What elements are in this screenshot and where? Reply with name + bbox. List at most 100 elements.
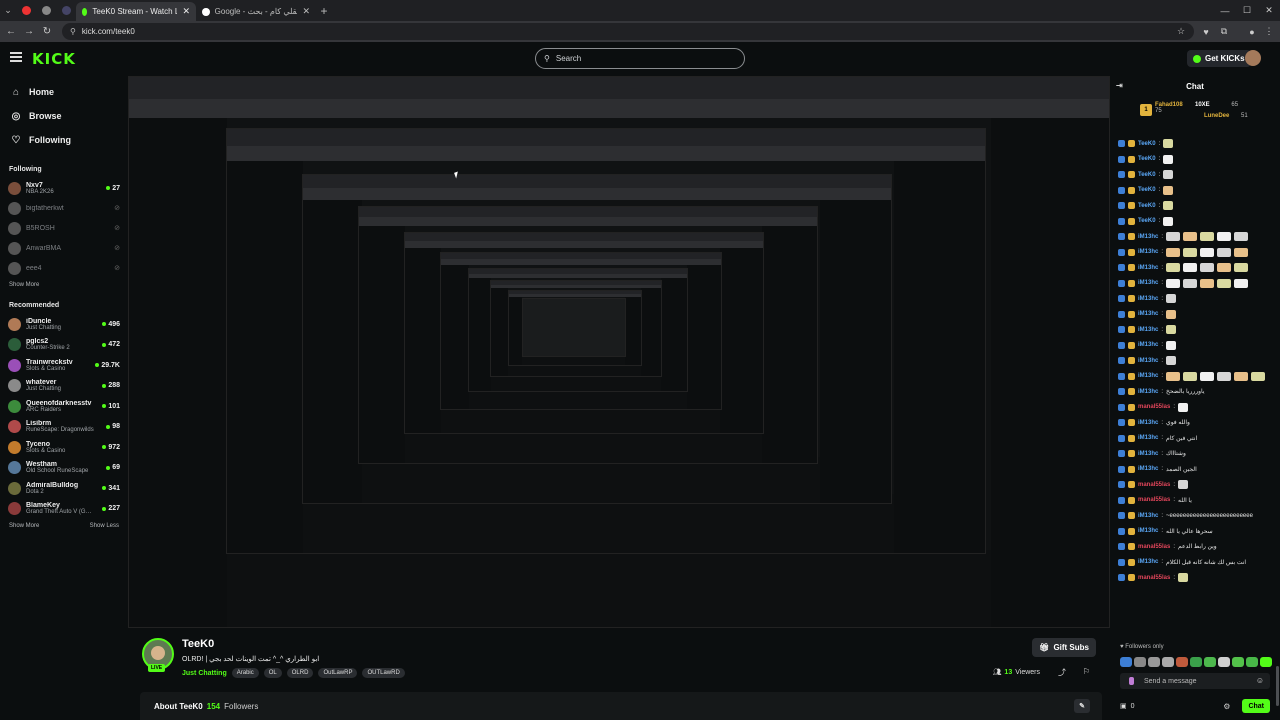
chat-message[interactable]: TeeK0: <box>1118 167 1274 183</box>
chat-message[interactable]: iM13hc: <box>1118 353 1274 369</box>
emote-icon[interactable] <box>1246 657 1258 667</box>
new-tab-icon[interactable]: + <box>316 0 332 21</box>
chat-username[interactable]: iM13hc <box>1138 280 1158 286</box>
video-player[interactable] <box>128 76 1110 628</box>
chat-username[interactable]: iM13hc <box>1138 311 1158 317</box>
recommended-channel[interactable]: Lisibrm RuneScape: Dragonwilds 98 <box>0 417 128 438</box>
report-icon[interactable]: ⚐ <box>1083 667 1090 676</box>
chat-username[interactable]: iM13hc <box>1138 559 1158 565</box>
emote-icon[interactable] <box>1162 657 1174 667</box>
address-bar[interactable]: ⚲ kick.com/teek0 <box>62 23 1194 40</box>
chat-username[interactable]: iM13hc <box>1138 296 1158 302</box>
chat-username[interactable]: iM13hc <box>1138 327 1158 333</box>
extension-icon[interactable]: ♥ <box>1197 21 1215 42</box>
nav-browse[interactable]: ◎ Browse <box>0 104 128 128</box>
chat-send-button[interactable]: Chat <box>1242 699 1270 713</box>
chat-message[interactable]: iM13hc: <box>1118 291 1274 307</box>
chat-message[interactable]: iM13hc: الجين الصمد <box>1118 462 1274 478</box>
extensions-puzzle-icon[interactable]: ⧉ <box>1215 21 1233 42</box>
following-channel[interactable]: B5ROSH ⊘ <box>0 218 128 238</box>
chat-message[interactable]: iM13hc: <box>1118 229 1274 245</box>
chat-message[interactable]: manal55las: وين رابط الدعم <box>1118 539 1274 555</box>
profile-icon[interactable]: ● <box>1243 21 1261 42</box>
chat-username[interactable]: manal55las <box>1138 544 1170 550</box>
recommended-channel[interactable]: pgIcs2 Counter-Strike 2 472 <box>0 335 128 356</box>
nav-home[interactable]: ⌂ Home <box>0 80 128 104</box>
category-link[interactable]: Just Chatting <box>182 670 227 677</box>
following-channel[interactable]: Nxv7 NBA 2K26 27 <box>0 178 128 198</box>
chat-message[interactable]: iM13hc: <box>1118 245 1274 261</box>
chat-username[interactable]: manal55las <box>1138 404 1170 410</box>
share-icon[interactable]: ⤴ <box>1058 667 1066 678</box>
tab-google[interactable]: Google - انقلي كام - بحث ✕ <box>196 2 316 21</box>
chat-username[interactable]: iM13hc <box>1138 342 1158 348</box>
chat-settings-gear-icon[interactable]: ⚙ <box>1223 702 1230 711</box>
chat-username[interactable]: manal55las <box>1138 575 1170 581</box>
leaderboard-user-1[interactable]: Fahad108 75 <box>1155 102 1183 114</box>
close-window-icon[interactable]: ✕ <box>1258 0 1280 21</box>
chat-username[interactable]: TeeK0 <box>1138 218 1156 224</box>
chat-message[interactable]: manal55las: <box>1118 477 1274 493</box>
chat-message[interactable]: iM13hc: وشتاااك <box>1118 446 1274 462</box>
chat-message[interactable]: iM13hc: انت بس لك شانه كانه قبل الكلام <box>1118 555 1274 571</box>
chat-message[interactable]: manal55las: <box>1118 570 1274 586</box>
chat-username[interactable]: iM13hc <box>1138 528 1158 534</box>
menu-hamburger-icon[interactable] <box>10 52 22 62</box>
show-more-recommended[interactable]: Show More <box>9 523 39 529</box>
emote-icon[interactable] <box>1120 657 1132 667</box>
chat-username[interactable]: TeeK0 <box>1138 172 1156 178</box>
chat-identity-icon[interactable] <box>1129 677 1134 685</box>
chat-message[interactable]: TeeK0: <box>1118 152 1274 168</box>
emote-icon[interactable] <box>1204 657 1216 667</box>
chat-message[interactable]: iM13hc: <box>1118 369 1274 385</box>
chat-username[interactable]: manal55las <box>1138 497 1170 503</box>
emote-icon[interactable] <box>1190 657 1202 667</box>
chat-username[interactable]: iM13hc <box>1138 513 1158 519</box>
emote-icon[interactable] <box>1218 657 1230 667</box>
chat-username[interactable]: iM13hc <box>1138 389 1158 395</box>
menu-kebab-icon[interactable]: ⋮ <box>1260 21 1278 42</box>
edit-pencil-icon[interactable]: ✎ <box>1074 699 1090 713</box>
emote-icon[interactable] <box>1260 657 1272 667</box>
tab-kick-stream[interactable]: TeeK0 Stream - Watch Live on Kick ✕ <box>76 2 196 21</box>
get-kicks-button[interactable]: Get KICKs <box>1187 50 1251 67</box>
bookmark-star-icon[interactable]: ☆ <box>1172 21 1190 42</box>
chat-username[interactable]: manal55las <box>1138 482 1170 488</box>
chat-username[interactable]: iM13hc <box>1138 466 1158 472</box>
chat-username[interactable]: iM13hc <box>1138 435 1158 441</box>
chat-message[interactable]: iM13hc: <box>1118 338 1274 354</box>
recommended-channel[interactable]: iDuncle Just Chatting 496 <box>0 314 128 335</box>
chat-message[interactable]: iM13hc: <box>1118 260 1274 276</box>
chat-username[interactable]: TeeK0 <box>1138 187 1156 193</box>
chat-message[interactable]: manal55las: يا الله <box>1118 493 1274 509</box>
chat-username[interactable]: TeeK0 <box>1138 141 1156 147</box>
chat-username[interactable]: iM13hc <box>1138 451 1158 457</box>
chat-username[interactable]: iM13hc <box>1138 373 1158 379</box>
site-info-icon[interactable]: ⚲ <box>70 27 76 36</box>
forward-icon[interactable]: → <box>20 26 38 37</box>
chat-username[interactable]: iM13hc <box>1138 249 1158 255</box>
tag-pill[interactable]: OL <box>263 668 282 678</box>
chat-message-list[interactable]: TeeK0: TeeK0: TeeK0: TeeK0: TeeK0: TeeK0: iM13… <box>1118 136 1274 586</box>
recommended-channel[interactable]: Westham Old School RuneScape 69 <box>0 458 128 479</box>
chat-message[interactable]: iM13hc: انتي فين كام <box>1118 431 1274 447</box>
recommended-channel[interactable]: AdmiralBulldog Dota 2 341 <box>0 478 128 499</box>
chat-message[interactable]: iM13hc: سحرها عالي يا الله <box>1118 524 1274 540</box>
chat-username[interactable]: TeeK0 <box>1138 203 1156 209</box>
chat-message[interactable]: iM13hc: والله فوي <box>1118 415 1274 431</box>
recommended-channel[interactable]: Queenofdarknesstv ARC Raiders 101 <box>0 396 128 417</box>
chat-message[interactable]: iM13hc: <box>1118 276 1274 292</box>
chat-username[interactable]: TeeK0 <box>1138 156 1156 162</box>
chat-message[interactable]: iM13hc: ياوررريا بالضحخ <box>1118 384 1274 400</box>
tag-pill[interactable]: OUTLawRD <box>362 668 405 678</box>
maximize-icon[interactable]: ☐ <box>1236 0 1258 21</box>
emote-icon[interactable] <box>1148 657 1160 667</box>
chat-message[interactable]: manal55las: <box>1118 400 1274 416</box>
following-channel[interactable]: AnwarBMA ⊘ <box>0 238 128 258</box>
close-tab-icon[interactable]: ✕ <box>182 6 190 17</box>
emote-icon[interactable] <box>1134 657 1146 667</box>
tag-pill[interactable]: OLRD <box>286 668 314 678</box>
recommended-channel[interactable]: Trainwreckstv Slots & Casino 29.7K <box>0 355 128 376</box>
chat-message-input[interactable]: Send a message ☺ <box>1120 673 1270 689</box>
following-channel[interactable]: eee4 ⊘ <box>0 258 128 278</box>
